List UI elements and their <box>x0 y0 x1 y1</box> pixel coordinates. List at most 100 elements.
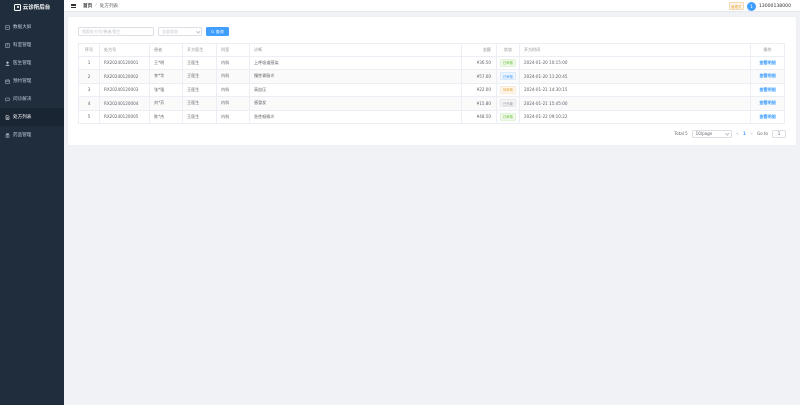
status-select[interactable]: 全部状态 <box>158 27 202 36</box>
view-detail-link[interactable]: 查看明细 <box>759 87 775 93</box>
dashboard-icon <box>5 24 10 30</box>
column-header: 序号 <box>78 44 100 56</box>
sidebar-item-label: 处方列表 <box>13 115 32 120</box>
cell-amount: ¥36.50 <box>462 56 497 69</box>
column-header: 开方医生 <box>183 44 217 56</box>
sidebar-item-dashboard[interactable]: 数据大屏 <box>0 18 64 36</box>
breadcrumb-separator: / <box>95 3 97 8</box>
cell-time: 2024-01-20 11:20:45 <box>520 70 751 83</box>
prescription-list-card: 搜索处方号/患者/医生 全部状态 查询 序号 处方号 患者 开方医生 科室 诊断… <box>68 17 796 145</box>
sidebar-item-label: 问诊解决 <box>13 97 32 102</box>
sidebar-item-label: 医生管理 <box>13 61 32 66</box>
cell-amount: ¥48.50 <box>462 110 497 123</box>
column-header: 科室 <box>217 44 250 56</box>
cell-prescription-no: RX20240120005 <box>100 110 150 123</box>
cell-doctor: 王医生 <box>183 110 217 123</box>
prescription-icon <box>5 114 10 120</box>
cell-index: 5 <box>78 110 100 123</box>
cell-patient: 陈*杰 <box>150 110 183 123</box>
department-icon <box>5 42 10 48</box>
sidebar: 云诊所后台 数据大屏 科室管理 医生管理 预约管理 问诊解决 处方列表 药品管理 <box>0 0 64 405</box>
top-header: 首页 / 处方列表 管理员 1 13000138000 <box>64 0 800 12</box>
query-button[interactable]: 查询 <box>206 27 229 36</box>
cell-diagnosis: 高血压 <box>250 83 462 96</box>
page-size-value: 10/page <box>695 131 713 136</box>
view-detail-link[interactable]: 查看明细 <box>759 100 775 106</box>
search-icon <box>211 29 215 34</box>
breadcrumb-home[interactable]: 首页 <box>83 3 92 9</box>
next-page-button[interactable]: > <box>750 131 753 136</box>
query-button-label: 查询 <box>215 28 224 34</box>
cell-action: 查看明细 <box>751 110 785 123</box>
calendar-icon <box>5 79 10 84</box>
page-number-current[interactable]: 1 <box>743 131 746 136</box>
role-badge: 管理员 <box>728 2 744 10</box>
cell-amount: ¥15.80 <box>462 97 497 110</box>
sidebar-item-department[interactable]: 科室管理 <box>0 36 64 54</box>
table-row: 2 RX20240120002 李*华 王医生 内科 慢性胃肠炎 ¥57.00 … <box>78 70 785 84</box>
cell-doctor: 王医生 <box>183 56 217 69</box>
breadcrumb-current: 处方列表 <box>99 3 119 9</box>
total-count: Total 5 <box>674 131 688 136</box>
cell-doctor: 王医生 <box>183 97 217 110</box>
cell-department: 内科 <box>217 83 250 96</box>
column-header: 诊断 <box>250 44 462 56</box>
cell-prescription-no: RX20240120004 <box>100 97 150 110</box>
sidebar-item-appointment[interactable]: 预约管理 <box>0 72 64 90</box>
column-header: 处方号 <box>100 44 150 56</box>
sidebar-item-consultation[interactable]: 问诊解决 <box>0 90 64 108</box>
cell-action: 查看明细 <box>751 70 785 83</box>
brand-name: 云诊所后台 <box>22 5 51 11</box>
cell-status: 已审核 <box>497 70 520 83</box>
table-row: 3 RX20240120003 张*强 王医生 内科 高血压 ¥22.00 待审… <box>78 83 785 97</box>
table-row: 4 RX20240120004 刘*芳 王医生 内科 感冒发 ¥15.80 已作… <box>78 97 785 111</box>
column-header: 操作 <box>751 44 785 56</box>
status-badge: 已审核 <box>500 58 516 67</box>
cell-action: 查看明细 <box>751 56 785 69</box>
cell-diagnosis: 慢性胃肠炎 <box>250 70 462 83</box>
pagination: Total 5 10/page < 1 > Go to 1 <box>674 129 786 138</box>
cell-patient: 刘*芳 <box>150 97 183 110</box>
column-header: 开方时间 <box>520 44 751 56</box>
sidebar-menu: 数据大屏 科室管理 医生管理 预约管理 问诊解决 处方列表 药品管理 <box>0 18 64 144</box>
cell-index: 3 <box>78 83 100 96</box>
search-input[interactable]: 搜索处方号/患者/医生 <box>78 27 154 36</box>
page-size-select[interactable]: 10/page <box>691 129 732 138</box>
menu-toggle-icon[interactable] <box>71 3 76 8</box>
cell-time: 2024-01-20 10:15:00 <box>520 56 751 69</box>
chat-icon <box>5 97 10 102</box>
sidebar-item-doctor[interactable]: 医生管理 <box>0 54 64 72</box>
column-header: 患者 <box>150 44 183 56</box>
view-detail-link[interactable]: 查看明细 <box>759 60 775 66</box>
cell-action: 查看明细 <box>751 97 785 110</box>
column-header: 状态 <box>497 44 520 56</box>
cell-amount: ¥22.00 <box>462 83 497 96</box>
sidebar-item-label: 科室管理 <box>13 43 32 48</box>
sidebar-item-medicine[interactable]: 药品管理 <box>0 126 64 144</box>
view-detail-link[interactable]: 查看明细 <box>759 73 775 79</box>
cell-doctor: 王医生 <box>183 83 217 96</box>
view-detail-link[interactable]: 查看明细 <box>759 114 775 120</box>
status-badge: 已审核 <box>500 112 516 121</box>
cell-time: 2024-01-22 09:10:22 <box>520 110 751 123</box>
cell-department: 内科 <box>217 70 250 83</box>
prev-page-button[interactable]: < <box>736 131 739 136</box>
cell-doctor: 王医生 <box>183 70 217 83</box>
cell-prescription-no: RX20240120003 <box>100 83 150 96</box>
brand[interactable]: 云诊所后台 <box>0 1 64 13</box>
goto-page-input[interactable]: 1 <box>772 129 786 138</box>
sidebar-item-label: 数据大屏 <box>13 25 32 30</box>
sidebar-item-prescriptions[interactable]: 处方列表 <box>0 108 64 126</box>
cell-prescription-no: RX20240120002 <box>100 70 150 83</box>
status-select-value: 全部状态 <box>162 28 178 34</box>
goto-label: Go to <box>757 131 768 136</box>
sidebar-item-label: 预约管理 <box>13 79 32 84</box>
cell-status: 待审核 <box>497 83 520 96</box>
cell-status: 已作废 <box>497 97 520 110</box>
avatar[interactable]: 1 <box>746 1 756 11</box>
username[interactable]: 13000138000 <box>759 4 791 9</box>
cell-department: 内科 <box>217 56 250 69</box>
table-row: 5 RX20240120005 陈*杰 王医生 内科 急性咽喉炎 ¥48.50 … <box>78 110 785 124</box>
cell-patient: 王*明 <box>150 56 183 69</box>
user-area: 管理员 1 13000138000 <box>728 0 791 12</box>
